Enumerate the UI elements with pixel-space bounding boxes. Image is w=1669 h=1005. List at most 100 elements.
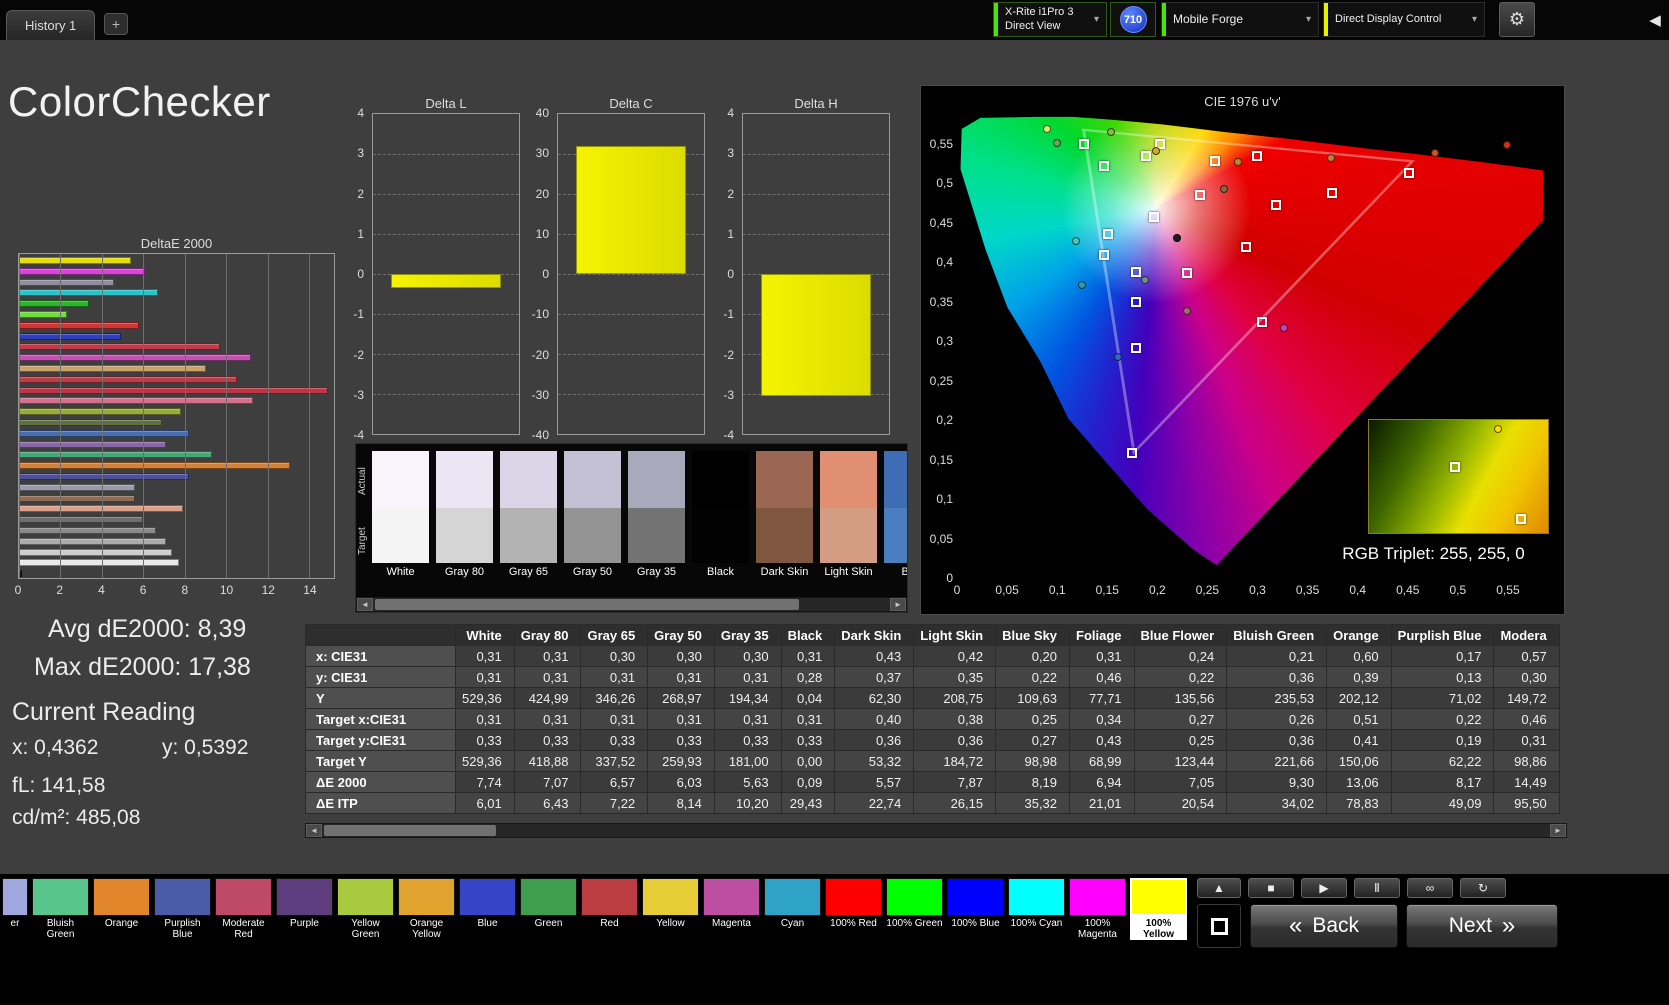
test-patch-100-red[interactable]: 100% Red: [825, 878, 882, 940]
chevron-down-icon[interactable]: ▾: [1465, 14, 1484, 25]
axis-tick-label: 4: [727, 106, 734, 120]
deltae-bar: [19, 257, 131, 264]
table-cell: 181,00: [713, 750, 782, 772]
target-marker: [1148, 211, 1159, 222]
display-control-selector[interactable]: Direct Display Control ▾: [1323, 2, 1485, 37]
axis-tick-label: 0,1: [1048, 583, 1066, 597]
axis-tick-label: 12: [261, 583, 275, 597]
table-cell: 0,00: [780, 750, 836, 772]
scrollbar-thumb[interactable]: [324, 825, 496, 836]
test-patch-orange-yellow[interactable]: Orange Yellow: [398, 878, 455, 940]
meter-selector[interactable]: X-Rite i1Pro 3 Direct View ▾: [993, 2, 1107, 37]
test-pattern-bar: er Bluish Green Orange Purplish Blue Moderat…: [0, 874, 1669, 1005]
source-selector[interactable]: Mobile Forge ▾: [1161, 2, 1319, 37]
control-stop-button[interactable]: ■: [1248, 878, 1294, 898]
chart-title: Delta H: [794, 96, 838, 111]
test-patch-purplish-blue[interactable]: Purplish Blue: [154, 878, 211, 940]
axis-tick-label: 0,2: [1148, 583, 1166, 597]
table-cell: 0,31: [647, 708, 715, 730]
chevron-down-icon[interactable]: ▾: [1299, 14, 1318, 25]
test-patch-orange[interactable]: Orange: [93, 878, 150, 940]
measurement-marker: [1430, 148, 1439, 157]
test-patch-blue[interactable]: Blue: [459, 878, 516, 940]
patch-list-up-button[interactable]: ▲: [1197, 878, 1241, 898]
collapse-panel-arrow[interactable]: ◀: [1644, 6, 1666, 34]
test-patch-yellow[interactable]: Yellow: [642, 878, 699, 940]
control-play-button[interactable]: ▶: [1301, 878, 1347, 898]
axis-tick-label: -1: [723, 307, 734, 322]
scroll-right-button[interactable]: ►: [890, 598, 906, 611]
table-cell: 0,31: [455, 645, 515, 667]
target-marker: [1126, 448, 1137, 459]
test-patch-yellow-green[interactable]: Yellow Green: [337, 878, 394, 940]
axis-tick-label: 3: [727, 146, 734, 161]
table-cell: 0,36: [834, 729, 915, 751]
test-patch-100-blue[interactable]: 100% Blue: [947, 878, 1004, 940]
chevron-down-icon[interactable]: ▾: [1087, 14, 1106, 25]
test-patch-green[interactable]: Green: [520, 878, 577, 940]
add-tab-button[interactable]: +: [104, 13, 128, 35]
target-marker: [1103, 228, 1114, 239]
back-button[interactable]: « Back: [1250, 904, 1398, 948]
axis-tick-label: -3: [353, 387, 364, 402]
gridline: [743, 234, 889, 235]
test-patch-red[interactable]: Red: [581, 878, 638, 940]
scroll-right-button[interactable]: ►: [1550, 824, 1566, 837]
test-patch-cyan[interactable]: Cyan: [764, 878, 821, 940]
control-pause-button[interactable]: Ⅱ: [1354, 878, 1400, 898]
test-patch-magenta[interactable]: Magenta: [703, 878, 760, 940]
table-cell: 0,31: [713, 666, 782, 688]
swatch-name: Gray 35: [636, 566, 677, 578]
table-cell: 0,51: [1326, 708, 1392, 730]
axis-tick-label: 4: [98, 583, 105, 597]
table-scrollbar[interactable]: ◄ ►: [305, 823, 1567, 838]
actual-row-label: Actual: [357, 467, 368, 495]
test-patch-moderate-red[interactable]: Moderate Red: [215, 878, 272, 940]
test-patch-er[interactable]: er: [2, 878, 28, 940]
test-patch-100-green[interactable]: 100% Green: [886, 878, 943, 940]
control-loop-button[interactable]: ↻: [1460, 878, 1506, 898]
next-button[interactable]: Next »: [1406, 904, 1558, 948]
measurement-marker: [1234, 158, 1243, 167]
column-header: Bluish Green: [1226, 624, 1328, 646]
axis-tick-label: 0,5: [936, 176, 953, 191]
table-cell: 20,54: [1133, 792, 1228, 814]
scrollbar-track[interactable]: [373, 598, 890, 611]
row-label: Y: [305, 687, 456, 709]
swatch-comparison-strip: Actual Target White Gray 80 Gray 65 Gray 50…: [355, 443, 908, 613]
swatch-scrollbar[interactable]: ◄ ►: [356, 597, 907, 612]
scroll-left-button[interactable]: ◄: [357, 598, 373, 611]
table-cell: 71,02: [1390, 687, 1495, 709]
scroll-left-button[interactable]: ◄: [306, 824, 322, 837]
test-patch-100-yellow[interactable]: 100% Yellow: [1130, 878, 1187, 941]
gridline: [373, 234, 519, 235]
table-cell: 202,12: [1326, 687, 1392, 709]
table-cell: 10,20: [713, 792, 782, 814]
table-cell: 8,14: [647, 792, 715, 814]
table-cell: 109,63: [995, 687, 1071, 709]
axis-tick-label: 0: [727, 267, 734, 281]
test-patch-purple[interactable]: Purple: [276, 878, 333, 940]
table-cell: 6,01: [455, 792, 515, 814]
test-patch-bluish-green[interactable]: Bluish Green: [32, 878, 89, 940]
table-cell: 7,05: [1133, 771, 1228, 793]
table-cell: 6,43: [513, 792, 582, 814]
target-marker: [1240, 241, 1251, 252]
control-infinity-button[interactable]: ∞: [1407, 878, 1453, 898]
test-patch-100-cyan[interactable]: 100% Cyan: [1008, 878, 1065, 940]
scrollbar-track[interactable]: [322, 824, 1550, 837]
test-patch-100-magenta[interactable]: 100% Magenta: [1069, 878, 1126, 940]
deltae2000-chart: DeltaE 2000 0 2 4 6 8 10 12 14: [15, 236, 335, 600]
tab-history-1[interactable]: History 1: [6, 10, 96, 40]
axis-tick-label: 10: [219, 583, 234, 597]
row-label: ΔE 2000: [305, 771, 456, 793]
table-row: Target x:CIE31 0,31 0,31 0,31 0,31 0,31 0,31 0,…: [305, 708, 1560, 730]
axis-tick-label: -4: [353, 428, 364, 442]
table-cell: 268,97: [647, 687, 715, 709]
pattern-window-button[interactable]: [1197, 904, 1241, 948]
x-axis-labels: 0 2 4 6 8 10 12 14: [15, 583, 335, 599]
gear-icon[interactable]: ⚙: [1499, 2, 1535, 37]
table-cell: 53,32: [834, 750, 915, 772]
gridline: [743, 154, 889, 155]
scrollbar-thumb[interactable]: [375, 599, 799, 610]
